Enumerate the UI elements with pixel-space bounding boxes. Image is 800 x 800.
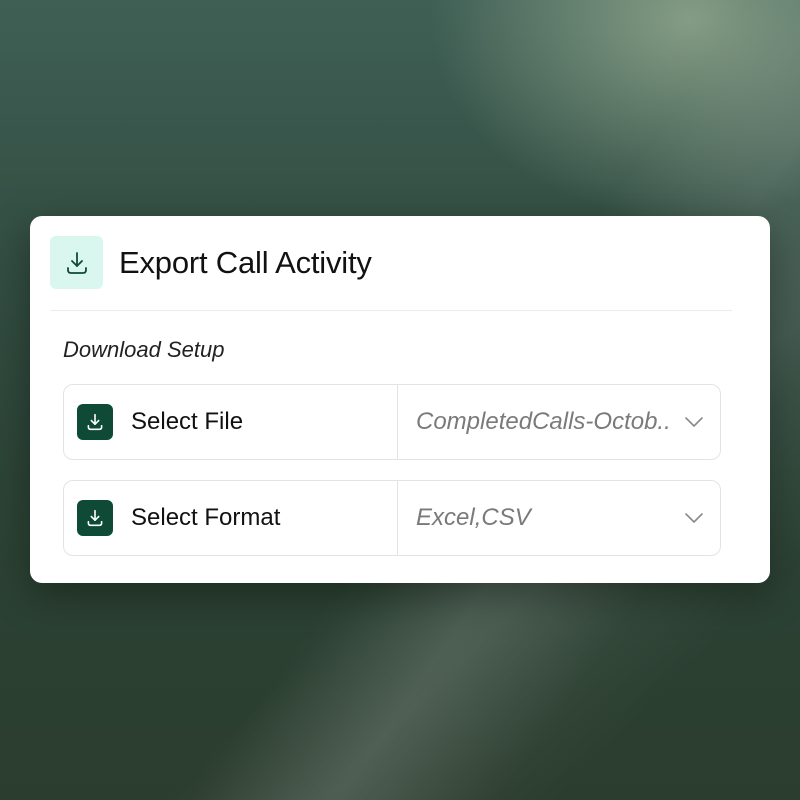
select-format-label: Select Format [131, 504, 281, 531]
select-file-value: CompletedCalls-Octob.. [416, 408, 671, 435]
chevron-down-icon[interactable] [682, 410, 706, 434]
select-format-dropdown[interactable]: Excel,CSV [398, 481, 720, 555]
download-icon [77, 500, 113, 536]
select-format-row: Select Format Excel,CSV [63, 480, 721, 556]
select-file-label: Select File [131, 408, 244, 435]
header-divider [50, 310, 732, 311]
section-label: Download Setup [63, 337, 225, 362]
chevron-down-icon[interactable] [682, 506, 706, 530]
select-file-label-cell: Select File [64, 385, 398, 459]
select-file-row: Select File CompletedCalls-Octob.. [63, 384, 721, 460]
download-icon [50, 236, 103, 289]
dialog-header: Export Call Activity [50, 236, 372, 289]
export-dialog: Export Call Activity Download Setup Sele… [30, 216, 770, 583]
select-format-label-cell: Select Format [64, 481, 398, 555]
dialog-title: Export Call Activity [119, 244, 372, 280]
select-format-value: Excel,CSV [416, 504, 531, 531]
select-file-dropdown[interactable]: CompletedCalls-Octob.. [398, 385, 720, 459]
download-icon [77, 404, 113, 440]
